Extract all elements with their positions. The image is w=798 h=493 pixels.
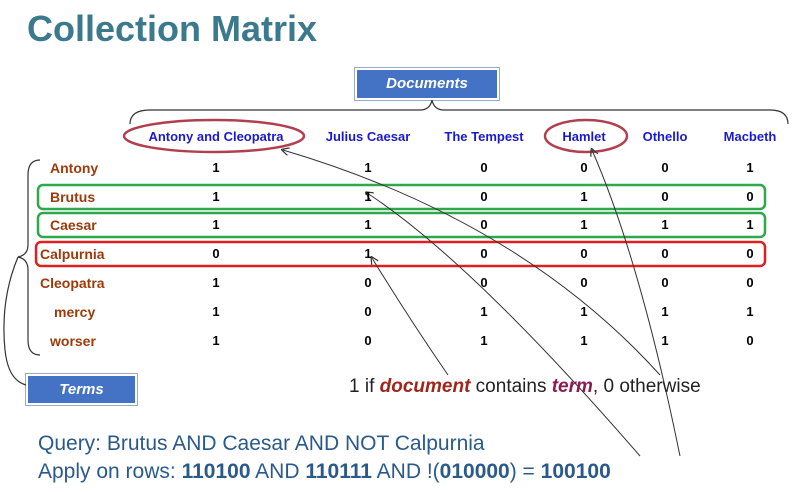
matrix-cell: 1 [364, 160, 372, 175]
row-label-caesar: Caesar [50, 217, 97, 233]
col-header-macbeth: Macbeth [723, 129, 777, 144]
calpurnia-vector: 010000 [439, 460, 510, 483]
matrix-cell: 0 [661, 189, 669, 204]
caesar-vector: 110111 [305, 460, 372, 483]
diagram-overlay [3, 99, 789, 457]
and-not-op: AND !( [371, 460, 440, 483]
matrix-cell: 1 [661, 217, 669, 232]
col-header-julius-caesar: Julius Caesar [325, 129, 411, 144]
matrix-cell: 1 [212, 333, 220, 348]
matrix-cell: 0 [480, 246, 488, 261]
matrix-cell: 1 [212, 304, 220, 319]
matrix-cell: 1 [580, 189, 588, 204]
col-header-antony-and-cleopatra: Antony and Cleopatra [148, 129, 284, 144]
col-header-hamlet: Hamlet [562, 129, 606, 144]
apply-prefix: Apply on rows: [38, 460, 182, 483]
matrix-cell: 1 [364, 217, 372, 232]
matrix-cell: 1 [212, 189, 220, 204]
brutus-vector: 110100 [181, 460, 251, 483]
note-before: 1 if [349, 376, 380, 397]
row-label-calpurnia: Calpurnia [40, 246, 105, 262]
row-label-worser: worser [50, 333, 96, 349]
annotation-note: 1 if document contains term, 0 otherwise [349, 376, 701, 398]
matrix-cell: 0 [364, 333, 372, 348]
matrix-cell: 1 [364, 246, 372, 261]
matrix-cell: 0 [580, 275, 588, 290]
matrix-cell: 0 [212, 246, 220, 261]
col-header-othello: Othello [642, 129, 688, 144]
matrix-cell: 1 [661, 304, 669, 319]
matrix-cell: 1 [661, 333, 669, 348]
matrix-cell: 1 [480, 333, 488, 348]
matrix-cell: 1 [580, 217, 588, 232]
matrix-cell: 1 [746, 304, 754, 319]
equals-op: ) = [509, 460, 541, 483]
matrix-cell: 0 [580, 160, 588, 175]
matrix-cell: 0 [480, 189, 488, 204]
matrix-cell: 0 [480, 160, 488, 175]
matrix-cell: 0 [746, 189, 754, 204]
matrix-cell: 1 [580, 333, 588, 348]
matrix-cell: 1 [746, 217, 754, 232]
row-label-mercy: mercy [54, 304, 96, 320]
row-label-antony: Antony [50, 160, 99, 176]
calpurnia-row-highlight [34, 240, 767, 268]
result-vector: 100100 [540, 460, 611, 483]
note-middle: contains [470, 376, 552, 397]
matrix-cell: 1 [212, 160, 220, 175]
row-label-cleopatra: Cleopatra [40, 275, 105, 291]
matrix-cell: 1 [580, 304, 588, 319]
matrix-cell: 0 [580, 246, 588, 261]
matrix-cell: 0 [661, 246, 669, 261]
and-op-1: AND [250, 460, 306, 483]
matrix-cell: 0 [746, 246, 754, 261]
row-label-brutus: Brutus [50, 189, 96, 205]
note-after: , 0 otherwise [592, 376, 701, 397]
apply-line: Apply on rows: 110100 AND 110111 AND !(0… [38, 460, 611, 484]
caesar-row-highlight [36, 211, 767, 239]
col-header-the-tempest: The Tempest [444, 129, 524, 144]
matrix-cell: 0 [480, 217, 488, 232]
arrow-from-result-1 [367, 193, 641, 457]
matrix-cell: 1 [364, 189, 372, 204]
note-term-word: term [551, 376, 593, 397]
matrix-cell: 1 [480, 304, 488, 319]
arrow-to-document [372, 258, 449, 376]
query-line: Query: Brutus AND Caesar AND NOT Calpurn… [38, 432, 485, 455]
matrix-cell: 1 [746, 160, 754, 175]
matrix-cell: 0 [661, 275, 669, 290]
matrix-cell: 0 [364, 275, 372, 290]
matrix-cell: 0 [746, 275, 754, 290]
matrix-cell: 1 [212, 217, 220, 232]
note-document-word: document [379, 376, 471, 397]
matrix-cell: 0 [364, 304, 372, 319]
matrix-cell: 1 [212, 275, 220, 290]
terms-arrow [3, 256, 27, 386]
matrix-cell: 0 [746, 333, 754, 348]
matrix-cell: 0 [661, 160, 669, 175]
brutus-row-highlight [36, 183, 767, 211]
matrix-cell: 0 [480, 275, 488, 290]
